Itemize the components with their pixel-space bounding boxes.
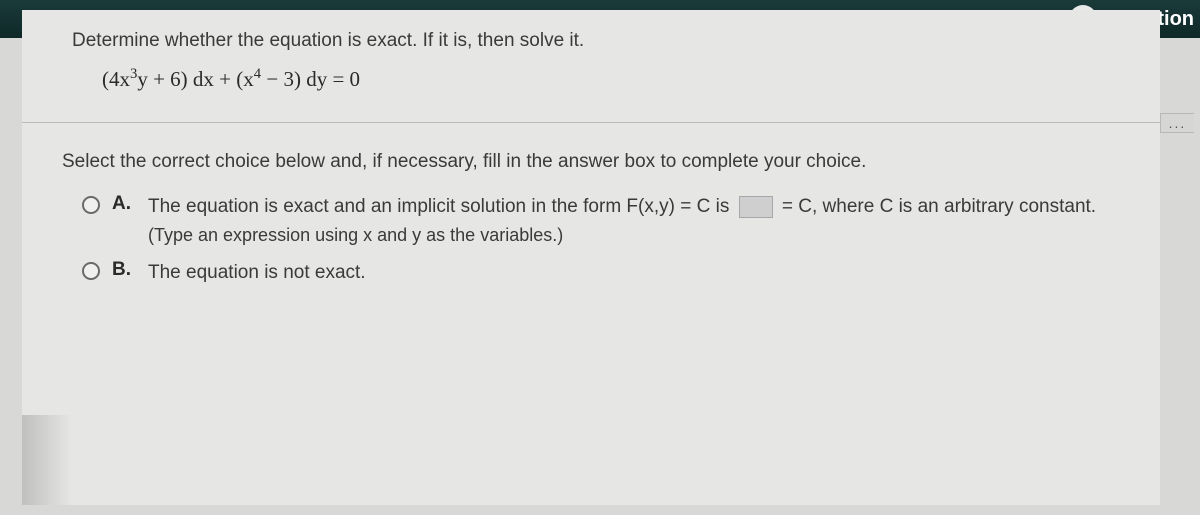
choice-b-row: B. The equation is not exact. [82,259,1110,288]
choice-b-letter: B. [112,259,136,281]
question-prompt: Determine whether the equation is exact.… [72,30,1110,52]
content-area: Determine whether the equation is exact.… [22,10,1160,505]
answer-input-box[interactable] [739,196,773,218]
equation-display: (4x3y + 6) dx + (x4 − 3) dy = 0 [72,66,1110,92]
radio-b[interactable] [82,262,100,280]
choice-a-hint: (Type an expression using x and y as the… [148,222,1096,249]
choice-a-before: The equation is exact and an implicit so… [148,196,735,217]
choice-a-after: = C, where C is an arbitrary constant. [777,196,1096,217]
choice-a-letter: A. [112,193,136,215]
choice-a-text: The equation is exact and an implicit so… [148,193,1096,249]
radio-a[interactable] [82,196,100,214]
select-prompt: Select the correct choice below and, if … [62,151,1110,173]
page-curl-shadow [22,415,72,505]
ellipsis-icon: ... [1169,115,1187,131]
choice-b-text: The equation is not exact. [148,259,366,288]
more-options-button[interactable]: ... [1160,113,1194,133]
choice-a-row: A. The equation is exact and an implicit… [82,193,1110,249]
answer-block: ... Select the correct choice below and,… [22,123,1160,307]
question-block: Determine whether the equation is exact.… [22,10,1160,122]
